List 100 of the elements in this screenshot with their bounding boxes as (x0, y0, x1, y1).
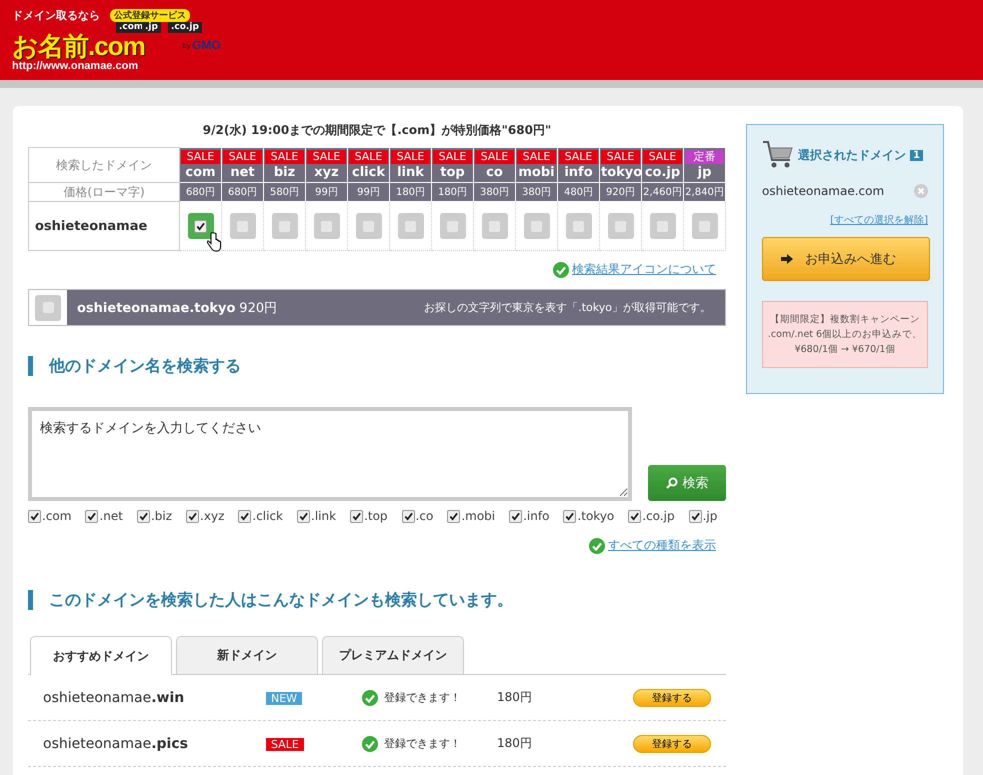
table-header: 価格(ローマ字) (28, 182, 180, 202)
domain-checkbox[interactable] (230, 213, 256, 239)
tick-icon (404, 512, 413, 520)
tick-icon (630, 512, 640, 520)
domain-checkbox[interactable] (524, 213, 550, 239)
tld-label: jp (696, 164, 712, 182)
tld-label: top (439, 164, 466, 182)
hand-cursor-icon (207, 232, 221, 252)
tick-icon (87, 512, 96, 520)
tld-checkbox[interactable]: .co (402, 509, 434, 523)
tick-icon (196, 222, 205, 230)
tab[interactable]: 新ドメイン (176, 636, 318, 674)
tick-icon (690, 512, 700, 520)
price-cell: 2,460円 (642, 182, 684, 202)
price-text: 180円 (497, 689, 533, 706)
tick-icon (511, 512, 520, 520)
price-cell: 99円 (306, 182, 348, 202)
tld-checkbox[interactable]: .mobi (447, 509, 496, 523)
logo-tagline: ドメイン取るなら (12, 8, 100, 23)
tld-label: co (485, 164, 504, 182)
price-cell: 680円 (180, 182, 222, 202)
tld-checkbox[interactable]: .top (350, 509, 388, 523)
new-badge: NEW (266, 692, 302, 704)
sale-badge: SALE (181, 150, 220, 164)
logo-name[interactable]: お名前.com (12, 33, 145, 59)
domain-checkbox[interactable] (692, 213, 718, 239)
tick-icon (188, 512, 198, 520)
sale-badge: SALE (223, 150, 262, 164)
logo-url: http://www.onamae.com (12, 60, 138, 73)
price-cell: 180円 (390, 182, 432, 202)
sale-badge: SALE (433, 150, 472, 164)
sale-badge: SALE (643, 150, 682, 164)
tld-label: link (396, 164, 425, 182)
remove-icon[interactable] (914, 184, 928, 198)
domain-checkbox[interactable] (272, 213, 298, 239)
arrow-icon (781, 254, 793, 264)
sale-badge: SALE (349, 150, 388, 164)
sale-badge: SALE (475, 150, 514, 164)
status-text: 登録できます！ (384, 690, 461, 705)
tick-icon (299, 512, 308, 520)
domain-checkbox[interactable] (398, 213, 424, 239)
sale-badge: SALE (601, 150, 640, 164)
price-cell: 380円 (516, 182, 558, 202)
show-all-link[interactable]: すべての種類を表示 (608, 537, 716, 554)
search-button[interactable]: 検索 (648, 465, 726, 501)
suggested-price: 920円 (239, 300, 278, 316)
tab[interactable]: おすすめドメイン (30, 636, 172, 675)
tld-label: tokyo (601, 164, 640, 182)
tld-checkbox[interactable]: .net (85, 509, 123, 523)
price-text: 180円 (497, 735, 533, 752)
tld-label: biz (272, 164, 296, 182)
logo-maker: GMO (192, 38, 221, 52)
tick-icon (240, 512, 250, 520)
domain-search-field[interactable]: 検索するドメインを入力してください (28, 407, 632, 501)
price-cell: 920円 (600, 182, 642, 202)
tld-label: co.jp (644, 164, 682, 182)
query-cell: oshieteonamae (28, 202, 180, 250)
tld-label: mobi (517, 164, 556, 182)
domain-checkbox[interactable] (356, 213, 382, 239)
domain-checkbox[interactable] (482, 213, 508, 239)
logo-tld: .co.jp (168, 22, 202, 33)
price-cell: 580円 (264, 182, 306, 202)
check-circle-icon (362, 690, 378, 706)
domain-checkbox[interactable] (566, 213, 592, 239)
table-header: 検索したドメイン (28, 148, 180, 182)
tld-checkbox[interactable]: .com (28, 509, 72, 523)
proceed-button[interactable]: お申込みへ進む (762, 237, 930, 281)
standard-badge: 定番 (685, 150, 724, 164)
tld-checkbox[interactable]: .jp (688, 509, 718, 523)
suggestion-checkbox[interactable] (35, 294, 61, 320)
tld-checkbox[interactable]: .click (238, 509, 284, 523)
tld-checkbox[interactable]: .co.jp (628, 509, 675, 523)
tld-checkbox[interactable]: .xyz (186, 509, 224, 523)
tld-checkbox[interactable]: .biz (136, 509, 172, 523)
domain-name: oshieteonamae.win (43, 690, 186, 706)
domain-checkbox[interactable] (608, 213, 634, 239)
tld-label: click (351, 164, 386, 182)
check-circle-icon (362, 736, 378, 752)
tld-checkbox[interactable]: .tokyo (563, 509, 614, 523)
section-heading: このドメインを検索した人はこんなドメインも検索しています。 (28, 590, 726, 610)
price-cell: 380円 (474, 182, 516, 202)
tld-checkbox[interactable]: .link (297, 509, 336, 523)
notice-text: 9/2(水) 19:00までの期間限定で【.com】が特別価格"680円" (202, 122, 552, 139)
domain-checkbox[interactable] (650, 213, 676, 239)
check-circle-icon (553, 262, 569, 278)
domain-checkbox[interactable] (440, 213, 466, 239)
tld-label: xyz (313, 164, 340, 182)
domain-checkbox[interactable] (188, 213, 214, 239)
tab[interactable]: プレミアムドメイン (322, 636, 464, 674)
register-button[interactable]: 登録する (633, 734, 711, 752)
tick-icon (352, 512, 362, 520)
domain-checkbox[interactable] (314, 213, 340, 239)
tld-checkbox[interactable]: .info (509, 509, 550, 523)
suggestion-note: お探しの文字列で東京を表す「.tokyo」が取得可能です。 (424, 300, 711, 315)
domain-name: oshieteonamae.pics (43, 736, 189, 752)
tick-icon (449, 512, 458, 520)
tld-label: info (563, 164, 594, 182)
sale-badge: SALE (517, 150, 556, 164)
cart-title: 選択されたドメイン (798, 146, 906, 164)
register-button[interactable]: 登録する (633, 688, 711, 706)
